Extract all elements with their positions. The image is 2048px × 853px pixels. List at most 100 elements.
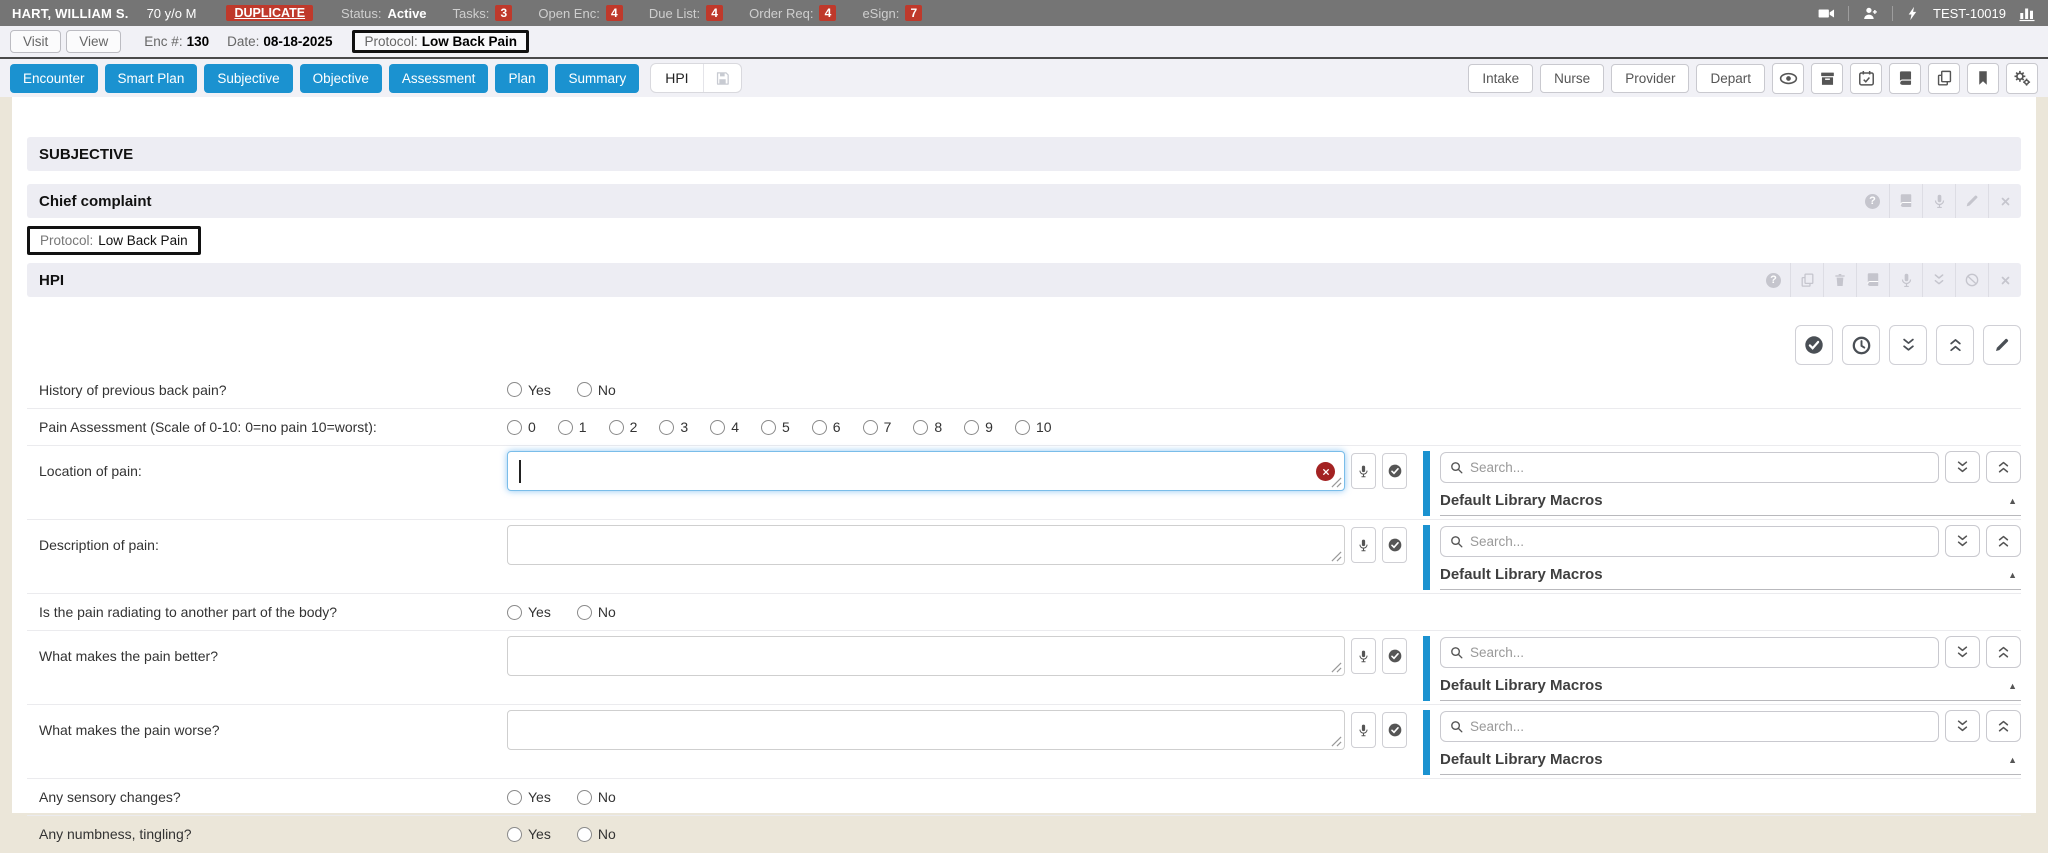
trash-icon[interactable] [1823,263,1856,297]
radio-circle[interactable] [507,605,522,620]
radio-scale-1[interactable]: 1 [558,419,587,435]
radio-circle[interactable] [812,420,827,435]
mic-icon[interactable] [1922,184,1955,218]
complete-all-button[interactable] [1795,325,1833,365]
macro-search[interactable] [1440,637,1939,668]
macro-search-input[interactable] [1470,534,1930,549]
help-icon[interactable]: ? [1757,263,1790,297]
view-button[interactable]: View [66,30,121,53]
resize-grip-icon[interactable] [1331,477,1342,488]
nav-summary-button[interactable]: Summary [555,64,639,93]
radio-circle[interactable] [577,605,592,620]
collapse-all-button[interactable] [1986,636,2021,668]
radio-scale-9[interactable]: 9 [964,419,993,435]
resize-grip-icon[interactable] [1331,551,1342,562]
collapse-all-button[interactable] [1986,525,2021,557]
radio-yes[interactable]: Yes [507,382,551,398]
radio-scale-10[interactable]: 10 [1015,419,1052,435]
macro-search[interactable] [1440,526,1939,557]
mic-icon[interactable] [1889,263,1922,297]
collapse-all-button[interactable] [1986,451,2021,483]
due-list-counter[interactable]: Due List: 4 [649,5,723,21]
order-req-counter[interactable]: Order Req: 4 [749,5,836,21]
dictate-button[interactable] [1351,712,1376,748]
radio-yes[interactable]: Yes [507,789,551,805]
duplicate-badge[interactable]: DUPLICATE [226,5,313,21]
radio-circle[interactable] [1015,420,1030,435]
description-of-pain-textarea[interactable] [507,525,1345,565]
radio-circle[interactable] [659,420,674,435]
radio-scale-4[interactable]: 4 [710,419,739,435]
macro-search-input[interactable] [1470,460,1930,475]
macro-search[interactable] [1440,452,1939,483]
macro-search-input[interactable] [1470,645,1930,660]
nav-encounter-button[interactable]: Encounter [10,64,98,93]
radio-circle[interactable] [577,790,592,805]
save-icon[interactable] [704,64,741,92]
collapse-triangle-icon[interactable]: ▲ [2008,681,2017,691]
esign-counter[interactable]: eSign: 7 [862,5,922,21]
confirm-button[interactable] [1382,527,1407,563]
expand-all-button[interactable] [1945,451,1980,483]
collapse-triangle-icon[interactable]: ▲ [2008,755,2017,765]
lightning-icon[interactable] [1905,5,1921,22]
close-icon[interactable] [1988,263,2021,297]
nav-subjective-button[interactable]: Subjective [204,64,292,93]
macros-header[interactable]: Default Library Macros ▲ [1440,673,2021,701]
radio-circle[interactable] [913,420,928,435]
location-of-pain-textarea[interactable] [507,451,1345,491]
radio-no[interactable]: No [577,382,616,398]
confirm-button[interactable] [1382,453,1407,489]
calendar-check-button[interactable] [1850,63,1882,94]
radio-circle[interactable] [507,382,522,397]
radio-scale-3[interactable]: 3 [659,419,688,435]
radio-scale-7[interactable]: 7 [863,419,892,435]
chart-icon[interactable] [2018,4,2036,22]
archive-button[interactable] [1811,63,1843,94]
pain-better-textarea[interactable] [507,636,1345,676]
book-icon[interactable] [1856,263,1889,297]
radio-circle[interactable] [507,420,522,435]
eye-button[interactable] [1772,63,1804,94]
macros-header[interactable]: Default Library Macros ▲ [1440,747,2021,775]
resize-grip-icon[interactable] [1331,662,1342,673]
radio-circle[interactable] [577,827,592,842]
open-enc-counter[interactable]: Open Enc: 4 [538,5,622,21]
provider-button[interactable]: Provider [1611,64,1689,93]
collapse-all-button[interactable] [1936,325,1974,365]
radio-circle[interactable] [863,420,878,435]
collapse-triangle-icon[interactable]: ▲ [2008,496,2017,506]
visit-button[interactable]: Visit [10,30,61,53]
collapse-triangle-icon[interactable]: ▲ [2008,570,2017,580]
settings-button[interactable] [2006,63,2038,94]
radio-circle[interactable] [558,420,573,435]
copy-button[interactable] [1928,63,1960,94]
video-icon[interactable] [1817,4,1836,23]
tasks-counter[interactable]: Tasks: 3 [453,5,513,21]
radio-yes[interactable]: Yes [507,826,551,842]
radio-circle[interactable] [507,790,522,805]
expand-all-button[interactable] [1889,325,1927,365]
radio-yes[interactable]: Yes [507,604,551,620]
pencil-icon[interactable] [1955,184,1988,218]
ban-icon[interactable] [1955,263,1988,297]
nav-objective-button[interactable]: Objective [300,64,382,93]
radio-no[interactable]: No [577,789,616,805]
dictate-button[interactable] [1351,527,1376,563]
dictate-button[interactable] [1351,453,1376,489]
expand-all-button[interactable] [1945,710,1980,742]
collapse-all-button[interactable] [1986,710,2021,742]
radio-scale-0[interactable]: 0 [507,419,536,435]
depart-button[interactable]: Depart [1696,64,1765,93]
macro-search-input[interactable] [1470,719,1930,734]
due-list-count-badge[interactable]: 4 [706,5,723,21]
macros-header[interactable]: Default Library Macros ▲ [1440,488,2021,516]
help-icon[interactable]: ? [1856,184,1889,218]
confirm-button[interactable] [1382,712,1407,748]
radio-circle[interactable] [577,382,592,397]
nav-assessment-button[interactable]: Assessment [389,64,489,93]
radio-circle[interactable] [710,420,725,435]
pain-worse-textarea[interactable] [507,710,1345,750]
nurse-button[interactable]: Nurse [1540,64,1604,93]
radio-scale-8[interactable]: 8 [913,419,942,435]
